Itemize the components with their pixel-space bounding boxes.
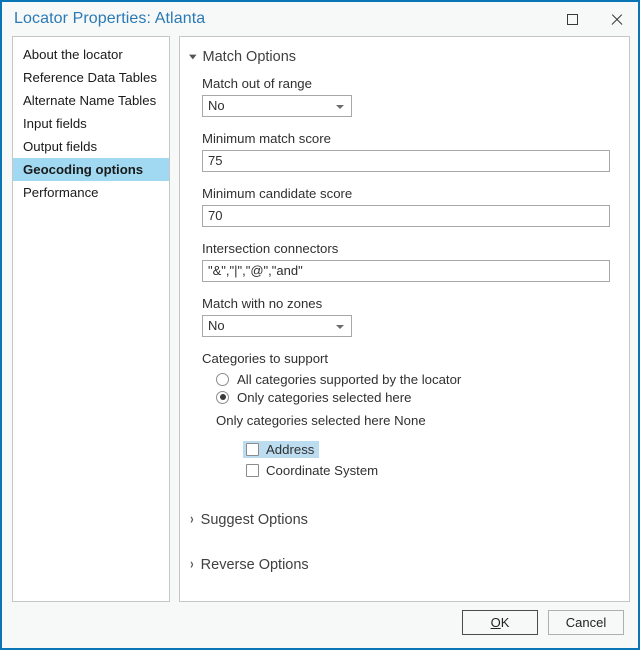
locator-properties-dialog: Locator Properties: Atlanta About the lo…	[0, 0, 640, 650]
maximize-icon	[567, 14, 578, 25]
match-out-of-range-value: No	[208, 98, 225, 113]
checkbox-icon[interactable]	[246, 443, 259, 456]
radio-all-categories[interactable]: All categories supported by the locator	[202, 370, 619, 388]
chevron-right-icon: ›	[190, 558, 193, 572]
radio-only-selected-categories-label: Only categories selected here	[237, 390, 411, 405]
section-title-match-options: Match Options	[203, 49, 297, 65]
tree-item-coordinate-system[interactable]: Coordinate System	[243, 462, 383, 479]
minimum-candidate-score-input[interactable]: 70	[202, 205, 610, 227]
tree-row-address[interactable]: Address	[228, 439, 619, 460]
categories-summary-text: Only categories selected here None	[202, 413, 619, 428]
radio-icon	[216, 373, 229, 386]
sidebar-item-geocoding-options[interactable]: Geocoding options	[13, 158, 169, 181]
section-title-suggest-options: Suggest Options	[201, 512, 308, 528]
expander-triangle-icon[interactable]	[228, 446, 243, 454]
chevron-down-icon	[336, 325, 344, 329]
expander-triangle-icon[interactable]	[228, 467, 243, 475]
section-header-suggest-options[interactable]: › Suggest Options	[190, 508, 619, 532]
sidebar-item-output-fields[interactable]: Output fields	[13, 135, 169, 158]
dialog-footer: OK Cancel	[2, 602, 638, 648]
chevron-down-icon	[336, 105, 344, 109]
label-minimum-candidate-score: Minimum candidate score	[202, 186, 619, 201]
intersection-connectors-input[interactable]: "&","|","@","and"	[202, 260, 610, 282]
section-header-match-options[interactable]: ▾ Match Options	[190, 45, 619, 69]
ok-button[interactable]: OK	[462, 610, 538, 635]
options-pane: ▾ Match Options Match out of range No Mi…	[179, 36, 630, 602]
sidebar-item-reference-data-tables[interactable]: Reference Data Tables	[13, 66, 169, 89]
chevron-down-icon: ▾	[189, 52, 196, 61]
section-header-reverse-options[interactable]: › Reverse Options	[190, 553, 619, 577]
section-title-reverse-options: Reverse Options	[201, 557, 309, 573]
categories-tree: Address Coordinate System	[202, 439, 619, 481]
tree-item-address-label: Address	[266, 442, 314, 457]
sidebar-item-alternate-name-tables[interactable]: Alternate Name Tables	[13, 89, 169, 112]
label-minimum-match-score: Minimum match score	[202, 131, 619, 146]
radio-only-selected-categories[interactable]: Only categories selected here	[202, 388, 619, 406]
sidebar-item-input-fields[interactable]: Input fields	[13, 112, 169, 135]
match-with-no-zones-value: No	[208, 318, 225, 333]
dialog-body: About the locator Reference Data Tables …	[2, 36, 638, 602]
chevron-right-icon: ›	[190, 513, 193, 527]
maximize-button[interactable]	[550, 3, 594, 35]
close-icon	[610, 13, 623, 26]
label-match-with-no-zones: Match with no zones	[202, 296, 619, 311]
radio-all-categories-label: All categories supported by the locator	[237, 372, 461, 387]
cancel-button-label: Cancel	[566, 615, 606, 630]
label-match-out-of-range: Match out of range	[202, 76, 619, 91]
tree-row-coordinate-system[interactable]: Coordinate System	[228, 460, 619, 481]
checkbox-icon[interactable]	[246, 464, 259, 477]
sidebar-nav: About the locator Reference Data Tables …	[12, 36, 170, 602]
tree-item-address[interactable]: Address	[243, 441, 319, 458]
title-bar: Locator Properties: Atlanta	[2, 2, 638, 36]
sidebar-item-performance[interactable]: Performance	[13, 181, 169, 204]
match-with-no-zones-dropdown[interactable]: No	[202, 315, 352, 337]
tree-item-coordinate-system-label: Coordinate System	[266, 463, 378, 478]
ok-button-accel: O	[491, 615, 501, 630]
window-title: Locator Properties: Atlanta	[14, 10, 205, 28]
close-button[interactable]	[594, 3, 638, 35]
sidebar-item-about-the-locator[interactable]: About the locator	[13, 43, 169, 66]
match-options-fields: Match out of range No Minimum match scor…	[190, 69, 619, 481]
radio-selected-icon	[216, 391, 229, 404]
ok-button-label: K	[501, 615, 510, 630]
match-out-of-range-dropdown[interactable]: No	[202, 95, 352, 117]
cancel-button[interactable]: Cancel	[548, 610, 624, 635]
minimum-match-score-input[interactable]: 75	[202, 150, 610, 172]
label-categories-to-support: Categories to support	[202, 351, 619, 366]
label-intersection-connectors: Intersection connectors	[202, 241, 619, 256]
